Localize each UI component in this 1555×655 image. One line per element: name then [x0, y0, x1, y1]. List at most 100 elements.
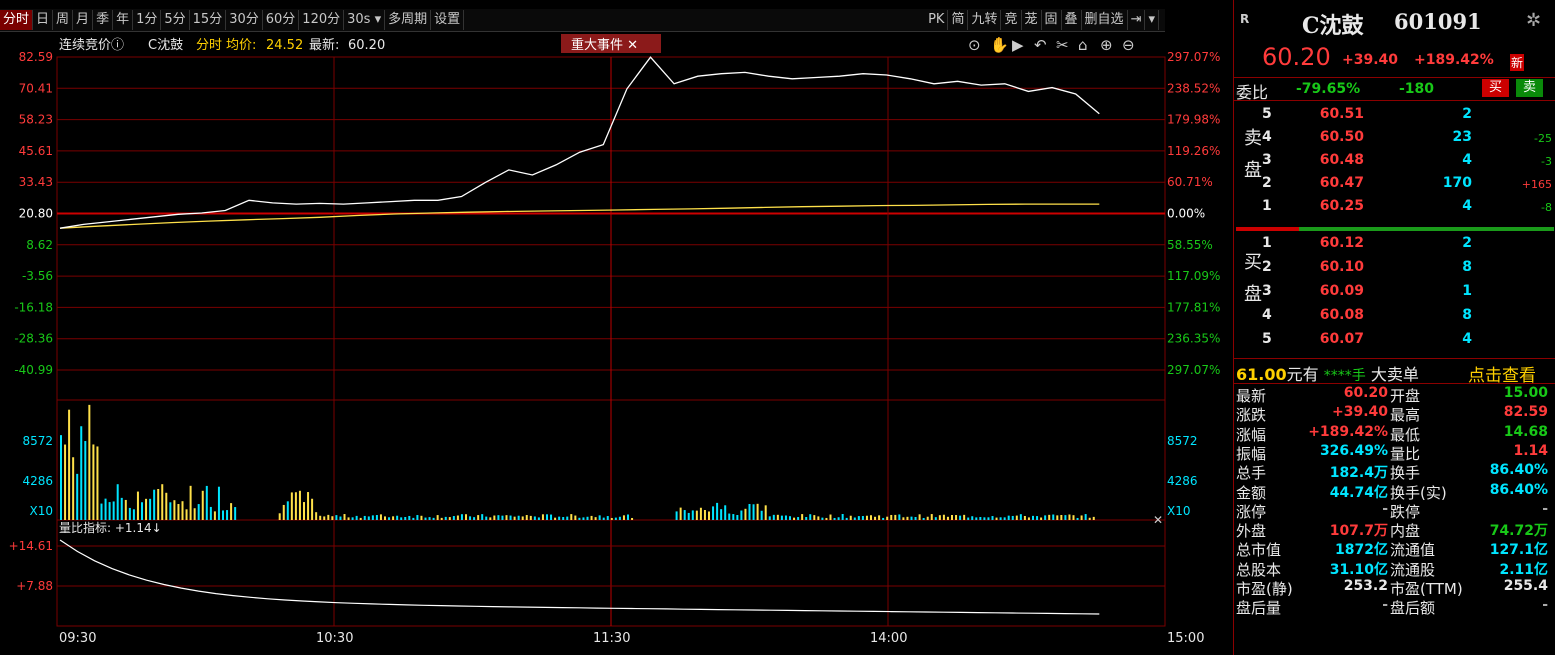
- volume-bar: [906, 516, 909, 520]
- price-tick-6: 8.62: [26, 238, 53, 252]
- tool-button-0[interactable]: PK: [925, 10, 949, 30]
- volume-bar: [793, 517, 796, 520]
- vol-tick-right-0: 8572: [1167, 434, 1198, 448]
- major-event-button[interactable]: 重大事件 ✕: [571, 37, 638, 53]
- stock-name: C沈鼓: [1302, 13, 1364, 39]
- volume-bar: [764, 505, 767, 520]
- period-tab-14[interactable]: 设置: [431, 10, 465, 30]
- period-tab-4[interactable]: 季: [93, 10, 114, 30]
- period-tab-2[interactable]: 周: [53, 10, 74, 30]
- volume-bar: [687, 512, 690, 520]
- volume-bar: [695, 510, 698, 520]
- price-change: +39.40: [1342, 52, 1399, 68]
- period-tab-8[interactable]: 15分: [190, 10, 227, 30]
- ask-bid-bar-green: [1299, 227, 1554, 231]
- volume-bar: [1080, 515, 1083, 520]
- intraday-chart[interactable]: 连续竞价ⓘ C沈鼓 分时 均价: 24.52 最新: 60.20 重大事件 ✕ ⊙ ✋ ▶ ↶ ✂ ⌂ ⊕ ⊖…: [0, 32, 1230, 655]
- volume-bar: [286, 501, 289, 520]
- gear-icon[interactable]: ✲: [1526, 10, 1541, 31]
- tool-button-2[interactable]: 九转: [968, 10, 1002, 30]
- time-tick-3: 14:00: [870, 631, 907, 646]
- volume-bar: [610, 517, 613, 520]
- volume-bar: [683, 510, 686, 520]
- stat-value-4b: 86.40%: [1489, 462, 1548, 479]
- price-tick-8: -16.18: [14, 300, 53, 314]
- volume-bar: [1088, 517, 1091, 520]
- volume-bar: [789, 516, 791, 520]
- volume-bar: [307, 492, 310, 520]
- volume-bar: [323, 516, 326, 520]
- tool-button-9[interactable]: ▾: [1145, 10, 1159, 30]
- tool-button-1[interactable]: 简: [948, 10, 969, 30]
- stat-label-8a: 总市值: [1236, 541, 1282, 560]
- stat-value-8b: 127.1亿: [1489, 542, 1548, 559]
- period-tab-9[interactable]: 30分: [226, 10, 263, 30]
- stat-label-5a: 金额: [1236, 483, 1267, 502]
- period-tab-10[interactable]: 60分: [263, 10, 300, 30]
- volume-bar: [185, 509, 188, 520]
- stat-label-8b: 流通值: [1390, 541, 1436, 560]
- period-tab-1[interactable]: 日: [33, 10, 54, 30]
- period-tab-12[interactable]: 30s ▾: [344, 10, 386, 30]
- divider: [1234, 77, 1555, 78]
- volume-bar: [132, 509, 135, 520]
- ask-2-price: 60.47: [1319, 175, 1364, 191]
- chart-tool-icon-4[interactable]: ✂: [1056, 36, 1069, 54]
- time-tick-4: 15:00: [1167, 631, 1204, 646]
- volume-bar: [290, 492, 293, 520]
- period-tab-7[interactable]: 5分: [161, 10, 190, 30]
- big-order-row[interactable]: 61.00元有 ****手 大卖单: [1236, 361, 1419, 385]
- stat-label-3b: 量比: [1390, 444, 1421, 463]
- period-tab-3[interactable]: 月: [73, 10, 94, 30]
- chart-tool-icon-0[interactable]: ⊙: [968, 36, 981, 54]
- volume-bar: [890, 514, 893, 520]
- chart-tool-icon-2[interactable]: ▶: [1012, 36, 1024, 54]
- chart-tool-icon-3[interactable]: ↶: [1034, 36, 1047, 54]
- volume-bar: [303, 502, 305, 520]
- divider: [1234, 383, 1555, 384]
- volume-bar: [841, 514, 844, 520]
- volume-bar: [465, 514, 467, 520]
- close-pane-icon[interactable]: ✕: [1153, 513, 1163, 527]
- ask-3-price: 60.48: [1319, 152, 1364, 168]
- volume-bar: [141, 502, 143, 520]
- volume-bar: [550, 514, 553, 520]
- pct-tick-1: 238.52%: [1167, 81, 1220, 95]
- sell-button[interactable]: 卖: [1516, 79, 1544, 97]
- period-tab-0[interactable]: 分时: [0, 10, 34, 30]
- volume-bar: [574, 515, 577, 520]
- stat-label-7a: 外盘: [1236, 522, 1267, 541]
- tool-button-7[interactable]: 删自选: [1082, 10, 1128, 30]
- tool-button-3[interactable]: 竞: [1001, 10, 1022, 30]
- period-tab-5[interactable]: 年: [113, 10, 134, 30]
- stat-value-7a: 107.7万: [1329, 523, 1388, 540]
- volume-bar: [720, 509, 723, 520]
- tool-button-8[interactable]: ⇥: [1128, 10, 1146, 30]
- chart-tool-icon-5[interactable]: ⌂: [1078, 36, 1088, 54]
- period-tab-6[interactable]: 1分: [133, 10, 162, 30]
- period-tab-11[interactable]: 120分: [299, 10, 345, 30]
- ask-4-volume: 23: [1452, 129, 1472, 145]
- volume-bar: [837, 517, 840, 520]
- volume-bar: [315, 512, 318, 520]
- volume-bar: [829, 514, 832, 520]
- last-label: 最新:: [309, 37, 339, 53]
- volume-bar: [88, 404, 91, 520]
- avg-label: 均价:: [226, 38, 256, 53]
- chart-tool-icon-7[interactable]: ⊖: [1122, 36, 1135, 54]
- tool-button-4[interactable]: 茏: [1022, 10, 1042, 30]
- volume-bar: [1068, 514, 1071, 520]
- stat-label-9b: 流通股: [1390, 560, 1436, 579]
- quote-panel: R C沈鼓 601091 ✲ 60.20 +39.40 +189.42% 新 委…: [1233, 0, 1555, 655]
- chart-tool-icon-1[interactable]: ✋: [990, 36, 1009, 54]
- tool-button-5[interactable]: 固: [1042, 10, 1062, 30]
- stock-code: 601091: [1394, 9, 1482, 34]
- tool-button-6[interactable]: 叠: [1062, 10, 1082, 30]
- volume-bar: [404, 516, 407, 520]
- volume-bar: [566, 516, 569, 520]
- buy-button[interactable]: 买: [1482, 79, 1510, 97]
- volume-bar: [505, 515, 508, 520]
- bid-5-price: 60.07: [1319, 331, 1364, 347]
- period-tab-13[interactable]: 多周期: [385, 10, 432, 30]
- chart-tool-icon-6[interactable]: ⊕: [1100, 36, 1113, 54]
